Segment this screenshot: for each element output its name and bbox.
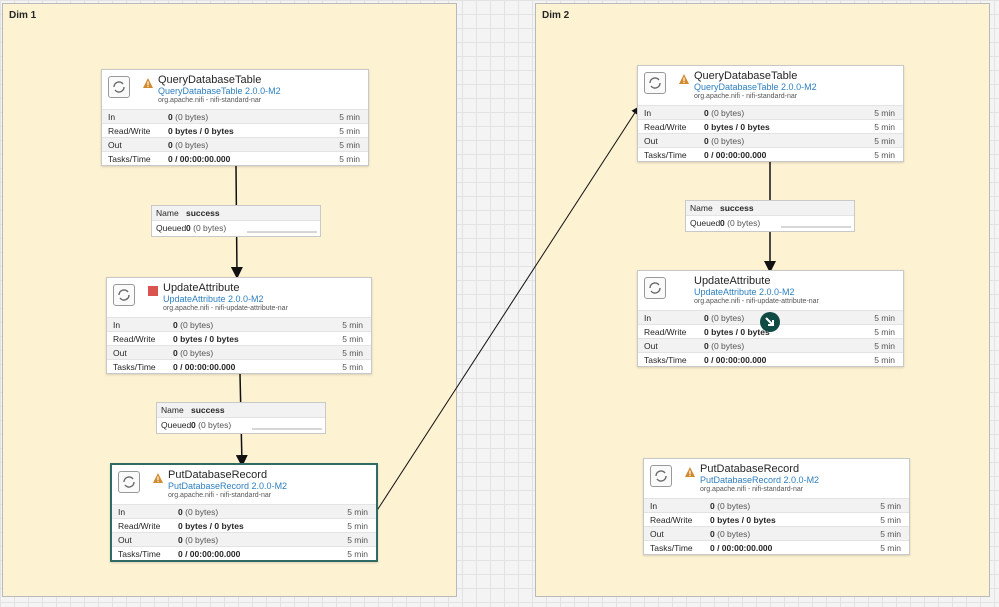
connection-drag-handle-icon[interactable]: [760, 312, 780, 332]
processor-icon: [644, 72, 666, 94]
stat-row-tasks: Tasks/Time 0 / 00:00:00.000 5 min: [107, 359, 371, 373]
processor-updateattribute[interactable]: UpdateAttribute UpdateAttribute 2.0.0-M2…: [637, 270, 904, 367]
stat-row-in: In 0 (0 bytes) 5 min: [107, 317, 371, 331]
stat-row-tasks: Tasks/Time 0 / 00:00:00.000 5 min: [102, 151, 368, 165]
processor-name: PutDatabaseRecord: [168, 469, 268, 481]
processor-icon: [650, 465, 672, 487]
connection-label-success[interactable]: Name success Queued 0 (0 bytes): [156, 402, 326, 434]
stat-row-tasks: Tasks/Time 0 / 00:00:00.000 5 min: [638, 352, 903, 366]
processor-querydatabasetable[interactable]: QueryDatabaseTable QueryDatabaseTable 2.…: [637, 65, 904, 162]
processor-bundle: org.apache.nifi - nifi-standard-nar: [694, 93, 798, 100]
warning-icon[interactable]: [142, 77, 154, 89]
processor-name: QueryDatabaseTable: [694, 70, 798, 82]
stat-row-out: Out 0 (0 bytes) 5 min: [102, 137, 368, 151]
warning-icon[interactable]: [152, 472, 164, 484]
processor-name: QueryDatabaseTable: [158, 74, 262, 86]
stopped-icon[interactable]: [147, 285, 159, 297]
processor-bundle: org.apache.nifi - nifi-update-attribute-…: [694, 298, 819, 305]
flow-canvas[interactable]: Dim 1 Dim 2 QueryDatabaseTable QueryData…: [0, 0, 999, 607]
processor-querydatabasetable[interactable]: QueryDatabaseTable QueryDatabaseTable 2.…: [101, 69, 369, 166]
processor-putdatabaserecord[interactable]: PutDatabaseRecord PutDatabaseRecord 2.0.…: [643, 458, 910, 555]
processor-bundle: org.apache.nifi - nifi-standard-nar: [168, 492, 272, 499]
stat-row-read-write: Read/Write 0 bytes / 0 bytes 5 min: [112, 518, 376, 532]
processor-icon: [644, 277, 666, 299]
processor-type: PutDatabaseRecord 2.0.0-M2: [168, 481, 288, 491]
stat-row-read-write: Read/Write 0 bytes / 0 bytes 5 min: [102, 123, 368, 137]
processor-type: UpdateAttribute 2.0.0-M2: [694, 287, 795, 297]
processor-updateattribute[interactable]: UpdateAttribute UpdateAttribute 2.0.0-M2…: [106, 277, 372, 374]
connection-label-success[interactable]: Name success Queued 0 (0 bytes): [151, 205, 321, 237]
processor-icon: [118, 471, 140, 493]
stat-row-out: Out 0 (0 bytes) 5 min: [112, 532, 376, 546]
stat-row-read-write: Read/Write 0 bytes / 0 bytes 5 min: [107, 331, 371, 345]
stat-row-read-write: Read/Write 0 bytes / 0 bytes 5 min: [638, 119, 903, 133]
processor-type: PutDatabaseRecord 2.0.0-M2: [700, 475, 820, 485]
warning-icon[interactable]: [684, 466, 696, 478]
stat-row-in: In 0 (0 bytes) 5 min: [644, 498, 909, 512]
processor-bundle: org.apache.nifi - nifi-standard-nar: [158, 97, 262, 104]
stat-row-out: Out 0 (0 bytes) 5 min: [107, 345, 371, 359]
stat-row-in: In 0 (0 bytes) 5 min: [638, 105, 903, 119]
stat-row-tasks: Tasks/Time 0 / 00:00:00.000 5 min: [644, 540, 909, 554]
queue-bar: [781, 226, 851, 228]
processor-putdatabaserecord[interactable]: PutDatabaseRecord PutDatabaseRecord 2.0.…: [110, 463, 378, 562]
processor-name: UpdateAttribute: [694, 275, 771, 287]
stat-row-read-write: Read/Write 0 bytes / 0 bytes 5 min: [644, 512, 909, 526]
processor-name: PutDatabaseRecord: [700, 463, 800, 475]
processor-type: QueryDatabaseTable 2.0.0-M2: [694, 82, 817, 92]
process-group-title: Dim 1: [9, 10, 37, 21]
processor-icon: [108, 76, 130, 98]
stat-row-tasks: Tasks/Time 0 / 00:00:00.000 5 min: [112, 546, 376, 560]
stat-row-tasks: Tasks/Time 0 / 00:00:00.000 5 min: [638, 147, 903, 161]
connection-label-success[interactable]: Name success Queued 0 (0 bytes): [685, 200, 855, 232]
processor-type: QueryDatabaseTable 2.0.0-M2: [158, 86, 281, 96]
stat-row-out: Out 0 (0 bytes) 5 min: [644, 526, 909, 540]
processor-bundle: org.apache.nifi - nifi-standard-nar: [700, 486, 804, 493]
stat-row-in: In 0 (0 bytes) 5 min: [112, 504, 376, 518]
queue-bar: [247, 231, 317, 233]
process-group-title: Dim 2: [542, 10, 570, 21]
warning-icon[interactable]: [678, 73, 690, 85]
processor-name: UpdateAttribute: [163, 282, 240, 294]
processor-type: UpdateAttribute 2.0.0-M2: [163, 294, 264, 304]
stat-row-out: Out 0 (0 bytes) 5 min: [638, 133, 903, 147]
processor-icon: [113, 284, 135, 306]
queue-bar: [252, 428, 322, 430]
stat-row-in: In 0 (0 bytes) 5 min: [102, 109, 368, 123]
stat-row-out: Out 0 (0 bytes) 5 min: [638, 338, 903, 352]
processor-bundle: org.apache.nifi - nifi-update-attribute-…: [163, 305, 288, 312]
